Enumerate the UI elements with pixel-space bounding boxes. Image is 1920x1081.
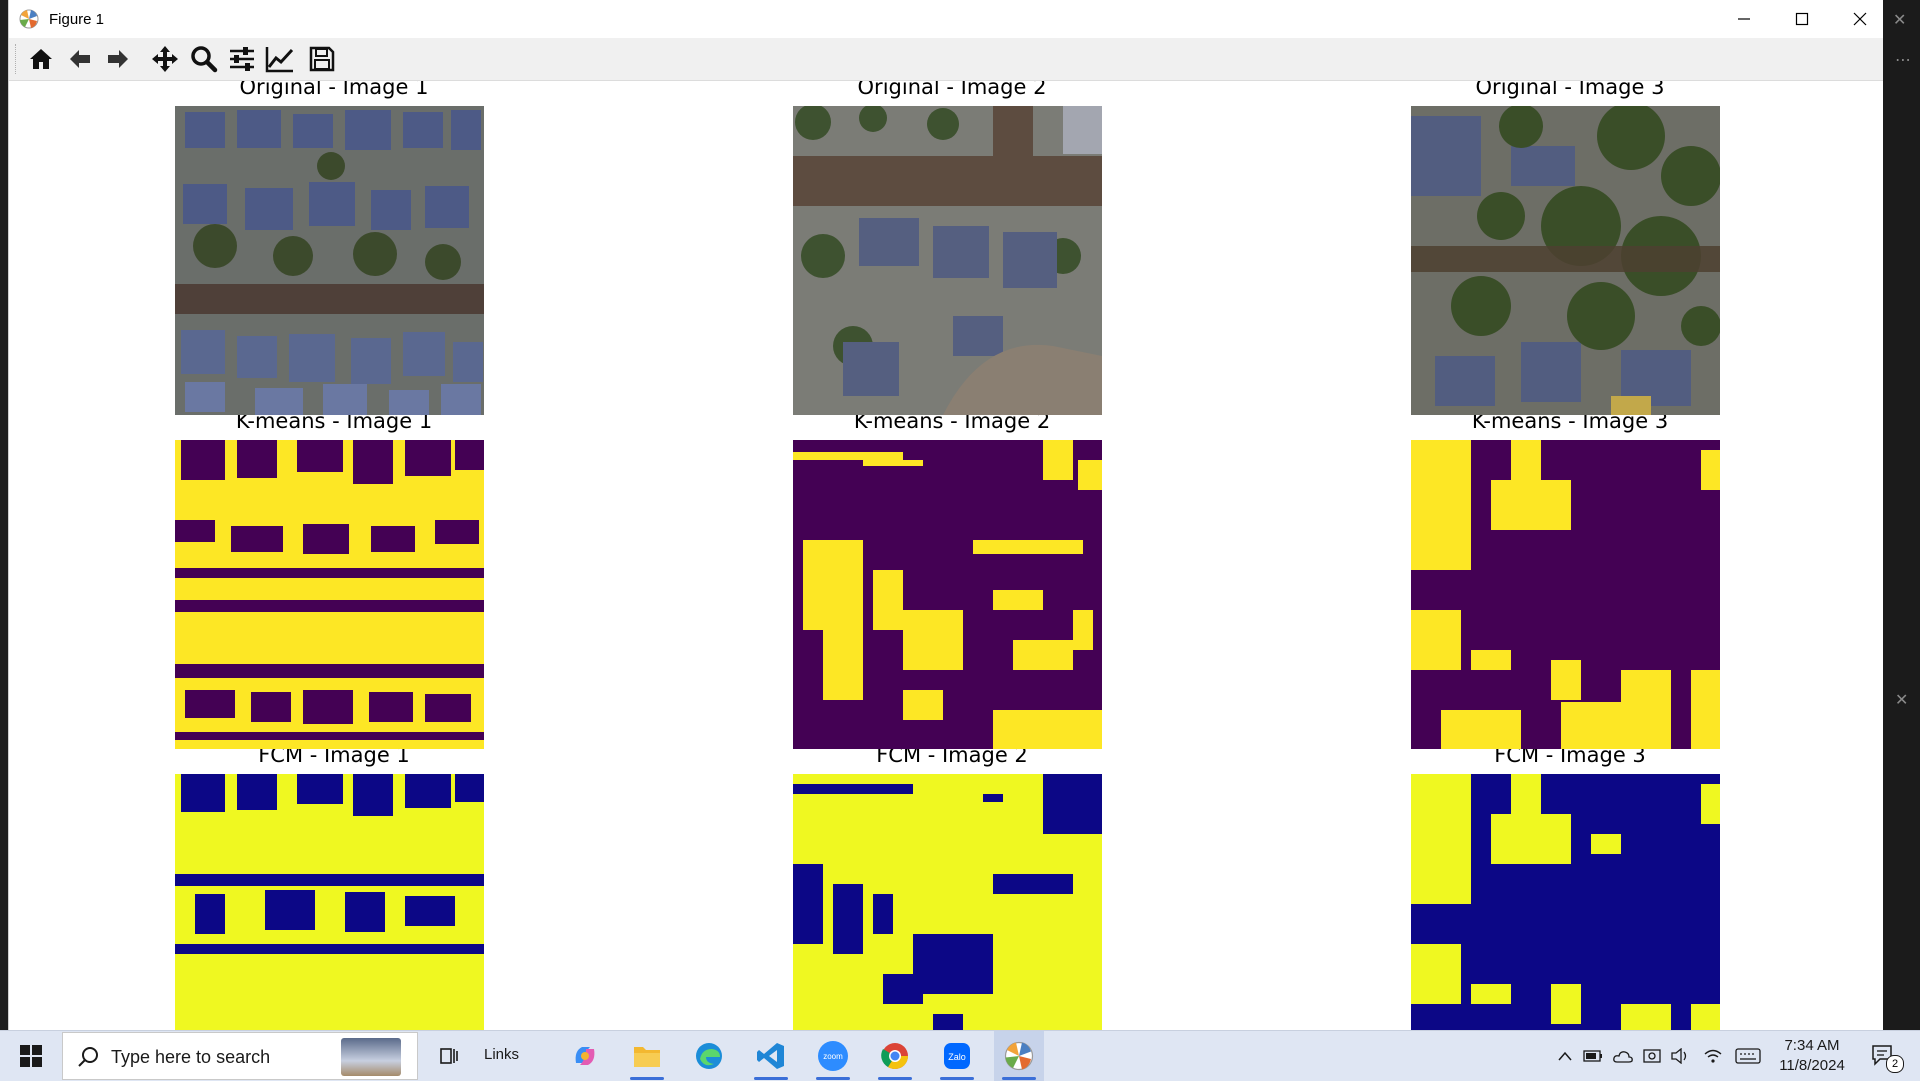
fcm-image-1 — [175, 774, 484, 1030]
pan-button[interactable] — [149, 44, 181, 74]
back-arrow-icon — [70, 50, 90, 68]
speaker-icon — [1671, 1048, 1687, 1064]
edge-icon — [696, 1043, 722, 1069]
battery-button[interactable] — [1580, 1031, 1606, 1081]
maximize-icon — [1795, 12, 1809, 26]
vscode-button[interactable] — [746, 1031, 796, 1081]
cloud-icon — [1613, 1051, 1633, 1063]
wifi-icon — [1704, 1049, 1722, 1063]
device-icon — [1643, 1049, 1661, 1063]
file-explorer-icon — [634, 1047, 660, 1067]
windows-logo-icon — [20, 1045, 42, 1067]
notification-badge: 2 — [1886, 1055, 1904, 1073]
matplotlib-icon — [1004, 1041, 1034, 1071]
home-icon — [30, 49, 52, 69]
close-button[interactable] — [1831, 0, 1883, 38]
search-box[interactable]: Type here to search — [62, 1032, 418, 1080]
svg-text:zoom: zoom — [823, 1052, 843, 1061]
navigation-toolbar — [9, 38, 1883, 81]
back-button[interactable] — [64, 44, 96, 74]
subplot-title: Original - Image 3 — [1475, 81, 1665, 99]
file-explorer-button[interactable] — [622, 1031, 672, 1081]
save-icon — [309, 46, 335, 72]
window-title: Figure 1 — [49, 10, 105, 28]
onedrive-button[interactable] — [1610, 1031, 1636, 1081]
minimize-icon — [1738, 18, 1750, 20]
zoom-icon: zoom — [818, 1041, 848, 1071]
chevron-up-icon — [1558, 1051, 1572, 1061]
start-button[interactable] — [10, 1031, 52, 1081]
forward-arrow-icon — [108, 50, 128, 68]
edge-button[interactable] — [684, 1031, 734, 1081]
kmeans-image-3 — [1411, 440, 1720, 749]
save-button[interactable] — [306, 44, 338, 74]
edit-axis-icon — [265, 47, 294, 73]
kmeans-image-1 — [175, 440, 484, 749]
copilot-button[interactable] — [560, 1031, 610, 1081]
close-icon: ✕ — [1893, 10, 1907, 29]
zoom-icon — [191, 46, 218, 73]
minimize-button[interactable] — [1715, 0, 1773, 38]
links-toolbar-label[interactable]: Links — [484, 1046, 519, 1063]
taskbar: Type here to search Links zoom Zalo 7:34… — [0, 1030, 1920, 1081]
search-highlight-image — [341, 1038, 401, 1076]
kmeans-image-2 — [793, 440, 1102, 749]
battery-icon — [1583, 1050, 1602, 1062]
zalo-icon: Zalo — [944, 1043, 970, 1069]
fcm-image-3 — [1411, 774, 1720, 1030]
zoom-app-button[interactable]: zoom — [808, 1031, 858, 1081]
show-hidden-icons-button[interactable] — [1552, 1031, 1578, 1081]
clock-time: 7:34 AM — [1784, 1037, 1840, 1054]
chrome-button[interactable] — [870, 1031, 920, 1081]
volume-button[interactable] — [1668, 1031, 1694, 1081]
search-icon — [78, 1047, 98, 1067]
more-icon: ⋯ — [1895, 50, 1911, 69]
security-button[interactable] — [1640, 1031, 1666, 1081]
maximize-button[interactable] — [1773, 0, 1831, 38]
original-image-2 — [793, 106, 1102, 415]
notifications-button[interactable]: 2 — [1864, 1031, 1904, 1081]
configure-subplots-button[interactable] — [226, 44, 258, 74]
original-image-3 — [1411, 106, 1720, 415]
edit-axis-button[interactable] — [264, 44, 296, 74]
fcm-image-2 — [793, 774, 1102, 1030]
zalo-button[interactable]: Zalo — [932, 1031, 982, 1081]
copilot-icon — [575, 1047, 595, 1065]
touch-keyboard-button[interactable] — [1732, 1031, 1764, 1081]
pan-icon — [152, 46, 178, 72]
keyboard-icon — [1735, 1048, 1761, 1064]
subplot-title: Original - Image 1 — [239, 81, 429, 99]
configure-subplots-icon — [230, 47, 254, 71]
background-window-edge: ✕ ⋯ ✕ — [1883, 0, 1920, 1030]
network-button[interactable] — [1700, 1031, 1726, 1081]
matplotlib-app-icon — [19, 9, 39, 29]
original-image-1 — [175, 106, 484, 415]
home-button[interactable] — [25, 44, 57, 74]
figure-window: Figure 1 Original - Image 1 Original - I… — [8, 0, 1884, 1030]
title-bar: Figure 1 — [9, 0, 1883, 38]
zoom-button[interactable] — [188, 44, 220, 74]
figure-canvas[interactable]: Original - Image 1 Original - Image 2 Or… — [9, 81, 1883, 1030]
chrome-icon — [881, 1043, 909, 1070]
clock[interactable]: 7:34 AM 11/8/2024 — [1766, 1036, 1858, 1076]
task-view-button[interactable] — [424, 1031, 474, 1081]
close-icon — [1853, 12, 1867, 26]
search-placeholder: Type here to search — [111, 1047, 271, 1067]
vscode-icon — [757, 1043, 784, 1069]
task-view-icon — [440, 1048, 458, 1064]
matplotlib-taskbar-button[interactable] — [994, 1031, 1044, 1081]
svg-text:Zalo: Zalo — [948, 1052, 966, 1062]
subplot-title: Original - Image 2 — [857, 81, 1047, 99]
clock-date: 11/8/2024 — [1779, 1057, 1845, 1074]
close-icon: ✕ — [1895, 690, 1909, 709]
forward-button[interactable] — [102, 44, 134, 74]
toolbar-grip — [15, 44, 18, 74]
